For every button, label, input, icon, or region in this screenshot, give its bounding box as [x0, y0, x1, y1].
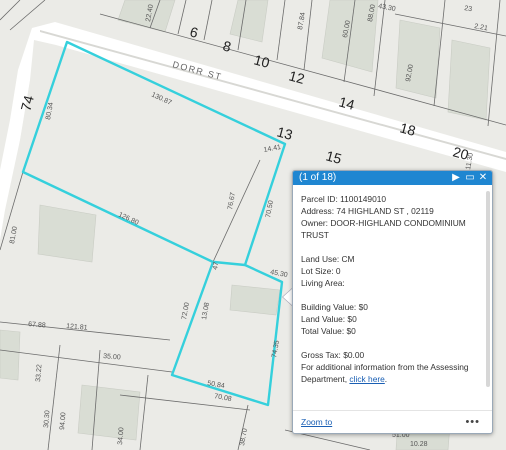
dim-label: 23	[464, 5, 473, 13]
dim-label: 47	[212, 261, 220, 270]
living-area: Living Area:	[301, 278, 345, 288]
popup-footer: Zoom to •••	[293, 410, 492, 433]
popup-content: Parcel ID: 1100149010 Address: 74 HIGHLA…	[293, 189, 482, 409]
assessing-info: For additional information from the Asse…	[301, 361, 482, 385]
building	[395, 19, 441, 99]
parcel-popup: (1 of 18) ▶ ▭ ✕ Parcel ID: 1100149010 Ad…	[292, 170, 493, 434]
popup-scrollbar[interactable]	[486, 191, 490, 387]
land-value: Land Value: $0	[301, 314, 357, 324]
popup-header: (1 of 18) ▶ ▭ ✕	[293, 171, 492, 185]
land-use: Land Use: CM	[301, 254, 355, 264]
lot-size: Lot Size: 0	[301, 266, 341, 276]
building	[0, 329, 21, 381]
close-icon[interactable]: ✕	[477, 171, 489, 185]
maximize-icon[interactable]: ▭	[464, 171, 476, 185]
building	[447, 39, 491, 121]
dim-label: 10.28	[410, 441, 428, 448]
more-options-icon[interactable]: •••	[465, 411, 480, 433]
building	[77, 384, 141, 441]
assessing-info-end: .	[384, 374, 388, 384]
play-right-icon[interactable]: ▶	[450, 171, 462, 185]
building	[229, 284, 281, 316]
total-value: Total Value: $0	[301, 326, 356, 336]
gross-tax: Gross Tax: $0.00	[301, 350, 365, 360]
parcel-address: Address: 74 HIGHLAND ST , 02119	[301, 206, 434, 216]
zoom-to-link[interactable]: Zoom to	[301, 417, 332, 427]
building-value: Building Value: $0	[301, 302, 368, 312]
building	[37, 204, 97, 263]
parcel-owner: Owner: DOOR-HIGHLAND CONDOMINIUM TRUST	[301, 218, 466, 240]
parcel-id: Parcel ID: 1100149010	[301, 194, 387, 204]
click-here-link[interactable]: click here	[349, 374, 384, 384]
popup-counter: (1 of 18)	[299, 172, 337, 183]
